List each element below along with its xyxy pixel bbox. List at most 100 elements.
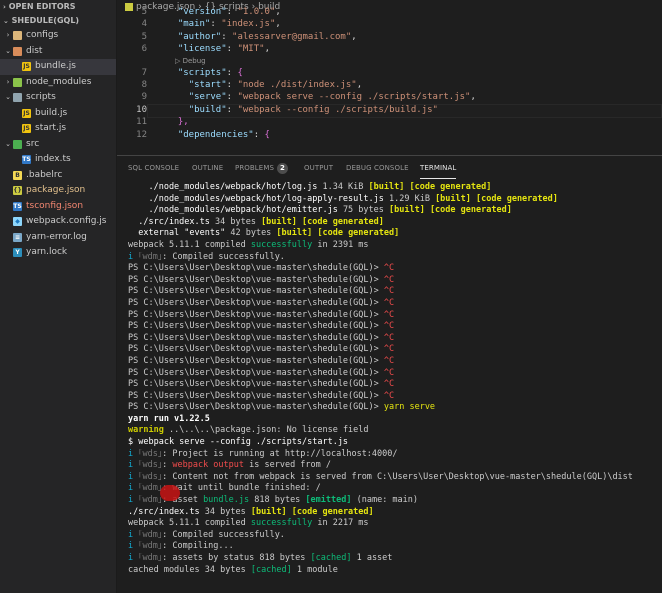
file-yarn-error-log[interactable]: ≡ yarn-error.log bbox=[0, 230, 116, 246]
open-editors-header[interactable]: › OPEN EDITORS bbox=[0, 0, 116, 14]
code-token: "build" bbox=[188, 104, 227, 115]
file-yarn-lock[interactable]: Yyarn.lock bbox=[0, 245, 116, 261]
terminal-text: ./node_modules/webpack/hot/emitter.js bbox=[128, 205, 343, 216]
terminal-line: warning ..\..\..\package.json: No licens… bbox=[128, 425, 662, 437]
terminal-line: i ｢wdm｣: Compiled successfully. bbox=[128, 252, 662, 264]
terminal-text: 1 asset bbox=[351, 553, 393, 563]
code-line[interactable]: 11 }, bbox=[117, 116, 662, 128]
terminal-line: i ｢wdm｣: wait until bundle finished: / bbox=[128, 483, 662, 495]
terminal-text: cached modules 34 bytes bbox=[128, 564, 251, 575]
code-line[interactable]: 4 "main": "index.js", bbox=[117, 18, 662, 30]
folder-dist[interactable]: ⌄ dist bbox=[0, 44, 116, 60]
terminal-text: $ webpack serve --config ./scripts/start… bbox=[128, 437, 349, 448]
code-line[interactable]: 8 "start": "node ./dist/index.js", bbox=[117, 79, 662, 91]
terminal-line: i ｢wdm｣: assets by status 818 bytes [cac… bbox=[128, 553, 662, 565]
terminal-output[interactable]: ./node_modules/webpack/hot/log.js 1.34 K… bbox=[117, 182, 662, 593]
code-line[interactable]: 12 "dependencies": { bbox=[117, 129, 662, 141]
line-number: 4 bbox=[141, 19, 147, 30]
folder-icon bbox=[13, 46, 22, 56]
terminal-text: [cached] bbox=[310, 553, 352, 563]
file-bundle-js[interactable]: JS bundle.js bbox=[0, 59, 116, 75]
terminal-text: PS C:\Users\User\Desktop\vue-master\shed… bbox=[128, 390, 384, 401]
terminal-text: successfully bbox=[250, 239, 313, 250]
code-text: "license": "MIT", bbox=[167, 43, 270, 55]
terminal-text: ^C bbox=[383, 332, 395, 343]
file-start-js[interactable]: JS start.js bbox=[0, 121, 116, 137]
code-line[interactable]: 10 "build": "webpack --config ./scripts/… bbox=[117, 104, 662, 116]
code-token: , bbox=[264, 44, 270, 55]
file-package-json[interactable]: {} package.json bbox=[0, 183, 116, 199]
folder-scripts[interactable]: ⌄ scripts bbox=[0, 90, 116, 106]
tab-problems[interactable]: PROBLEMS 2 bbox=[235, 156, 289, 180]
tab-output[interactable]: OUTPUT bbox=[304, 156, 333, 180]
terminal-text: i bbox=[128, 448, 139, 459]
folder-src[interactable]: ⌄ src bbox=[0, 137, 116, 153]
terminal-text: PS C:\Users\User\Desktop\vue-master\shed… bbox=[128, 286, 384, 297]
code-view[interactable]: 5 "version": "1.0.0", 4 "main": "index.js… bbox=[117, 6, 662, 155]
terminal-text: i bbox=[128, 471, 139, 482]
terminal-line: PS C:\Users\User\Desktop\vue-master\shed… bbox=[128, 286, 662, 298]
terminal-line: i ｢wdm｣: asset bundle.js 818 bytes [emit… bbox=[128, 495, 662, 507]
terminal-text: 1 module bbox=[291, 564, 338, 575]
project-header[interactable]: ⌄ SHEDULE(GQL) bbox=[0, 14, 116, 28]
babel-file-icon: B bbox=[13, 170, 22, 180]
code-line[interactable]: 5 "author": "alessarver@gmail.com", bbox=[117, 31, 662, 43]
code-token: "version" bbox=[177, 7, 227, 17]
tree-item-label: bundle.js bbox=[35, 61, 76, 71]
terminal-text: i bbox=[128, 251, 139, 262]
js-file-icon: JS bbox=[22, 124, 31, 133]
line-number: 6 bbox=[141, 44, 147, 55]
tab-sql-console[interactable]: SQL CONSOLE bbox=[128, 156, 179, 180]
file-build-js[interactable]: JS build.js bbox=[0, 106, 116, 122]
terminal-text: ^C bbox=[383, 263, 395, 274]
terminal-text: : Content not from webpack is served fro… bbox=[162, 471, 633, 482]
code-line[interactable]: 7 "scripts": { bbox=[117, 67, 662, 79]
terminal-text: i bbox=[128, 495, 139, 506]
code-line[interactable]: 5 "version": "1.0.0", bbox=[117, 6, 662, 18]
terminal-text: PS C:\Users\User\Desktop\vue-master\shed… bbox=[128, 367, 384, 378]
code-token: "1.0.0" bbox=[237, 7, 276, 17]
code-token: , bbox=[275, 19, 281, 30]
code-token: : bbox=[226, 80, 238, 90]
terminal-text: PS C:\Users\User\Desktop\vue-master\shed… bbox=[128, 355, 384, 366]
code-line[interactable]: 9 "serve": "webpack serve --config ./scr… bbox=[117, 91, 662, 103]
code-token: : bbox=[210, 19, 222, 30]
terminal-text: ｢wdm｣ bbox=[138, 553, 163, 563]
code-token: "dependencies" bbox=[177, 129, 254, 140]
file-index-ts[interactable]: TS index.ts bbox=[0, 152, 116, 168]
terminal-text: ^C bbox=[383, 286, 395, 297]
file-tsconfig-json[interactable]: TS tsconfig.json bbox=[0, 199, 116, 215]
terminal-text: ｢wdm｣ bbox=[138, 529, 163, 540]
open-editors-label: OPEN EDITORS bbox=[8, 2, 76, 11]
tab-outline[interactable]: OUTLINE bbox=[192, 156, 223, 180]
folder-configs[interactable]: › configs bbox=[0, 28, 116, 44]
editor-area[interactable]: package.json › {} scripts › build 5 "ver… bbox=[117, 0, 662, 155]
tab-terminal[interactable]: TERMINAL bbox=[420, 156, 457, 179]
folder-node-modules[interactable]: › node_modules bbox=[0, 75, 116, 91]
code-line[interactable]: 6 "license": "MIT", bbox=[117, 43, 662, 55]
terminal-line: $ webpack serve --config ./scripts/start… bbox=[128, 437, 662, 449]
terminal-text: i bbox=[128, 483, 139, 494]
code-token: "alessarver@gmail.com" bbox=[232, 31, 352, 42]
code-token: , bbox=[470, 92, 476, 103]
line-number: 11 bbox=[136, 117, 147, 128]
terminal-text: : Compiled successfully. bbox=[162, 529, 285, 540]
file-webpack-config-js[interactable]: ◆ webpack.config.js bbox=[0, 214, 116, 230]
tab-debug-console[interactable]: DEBUG CONSOLE bbox=[346, 156, 409, 180]
terminal-text: webpack 5.11.1 compiled bbox=[128, 239, 251, 250]
line-number: 8 bbox=[141, 80, 147, 90]
terminal-text: is served from / bbox=[244, 460, 332, 471]
terminal-text: 75 bytes bbox=[342, 205, 389, 216]
terminal-text: PS C:\Users\User\Desktop\vue-master\shed… bbox=[128, 263, 384, 274]
code-text: "start": "node ./dist/index.js", bbox=[167, 79, 362, 91]
code-token: }, bbox=[177, 117, 189, 128]
terminal-line: cached modules 34 bytes [cached] 1 modul… bbox=[128, 565, 662, 577]
terminal-line: ./node_modules/webpack/hot/log.js 1.34 K… bbox=[128, 182, 662, 194]
code-token: : bbox=[226, 7, 238, 17]
tree-item-label: src bbox=[26, 138, 40, 149]
js-file-icon: JS bbox=[22, 108, 31, 118]
file--babelrc[interactable]: B .babelrc bbox=[0, 168, 116, 184]
code-token: : bbox=[226, 104, 238, 115]
debug-codelens[interactable]: ▷ Debug bbox=[175, 56, 206, 66]
chevron-down-icon: ⌄ bbox=[5, 139, 11, 148]
